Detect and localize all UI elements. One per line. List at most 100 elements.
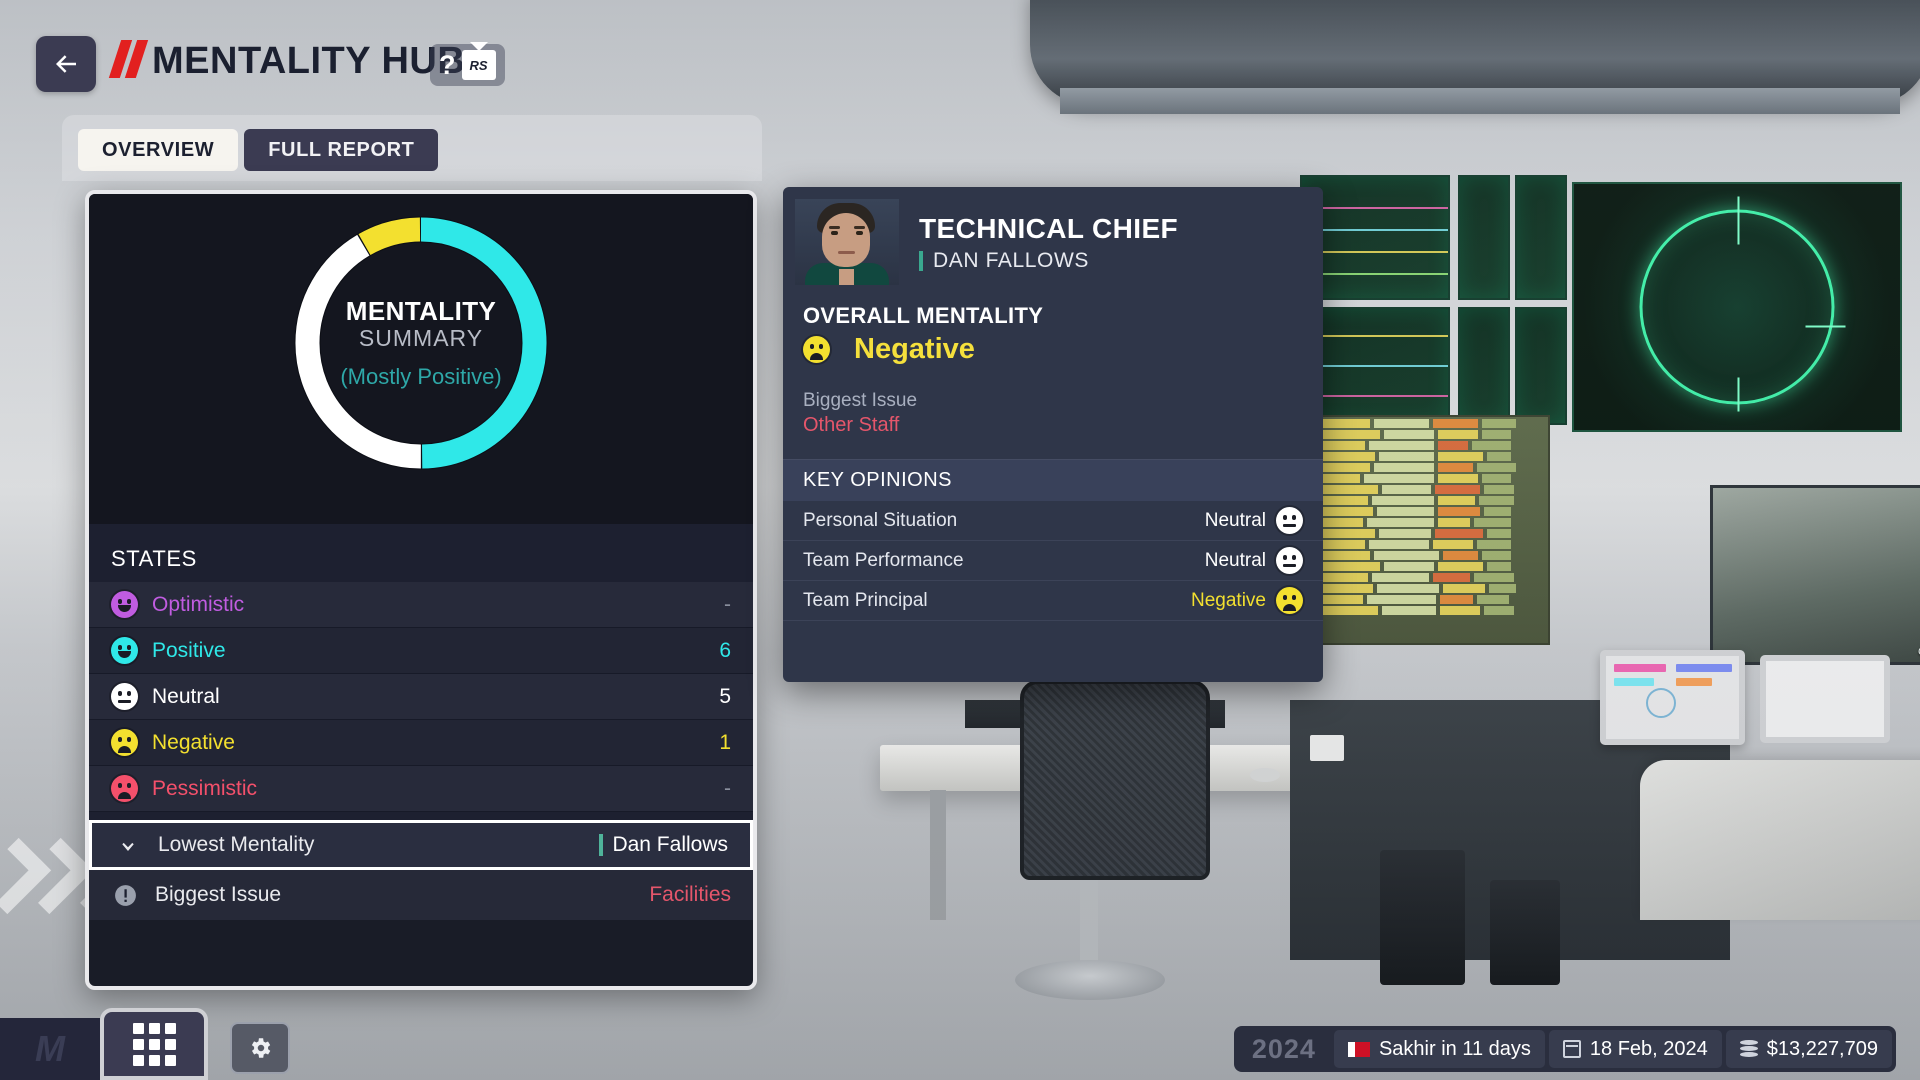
- staff-names: TECHNICAL CHIEF DAN FALLOWS: [899, 199, 1178, 287]
- frown-face-icon: [111, 729, 138, 756]
- back-button[interactable]: [36, 36, 96, 92]
- state-label: Neutral: [152, 684, 220, 708]
- key-opinion-value: Neutral: [1204, 509, 1266, 531]
- wall-monitor: [1515, 175, 1567, 300]
- state-label: Negative: [152, 730, 235, 754]
- rs-badge-icon[interactable]: RS: [461, 50, 496, 80]
- dial-icon: [1646, 688, 1676, 718]
- calendar-icon: [1562, 1040, 1581, 1058]
- key-opinion-row[interactable]: Personal Situation Neutral: [783, 501, 1323, 541]
- lowest-mentality-row[interactable]: Lowest Mentality Dan Fallows: [89, 820, 753, 870]
- help-badge-group[interactable]: ? RS: [430, 44, 505, 86]
- mentality-donut-chart: MENTALITY SUMMARY (Mostly Positive): [89, 194, 753, 524]
- arrow-left-icon: [56, 55, 76, 73]
- arrow-down-icon: [114, 833, 142, 857]
- state-row[interactable]: Optimistic -: [89, 582, 753, 628]
- key-opinions-list: Personal Situation Neutral Team Performanc…: [783, 501, 1323, 621]
- state-value: 6: [719, 638, 731, 662]
- tab-full-report[interactable]: FULL REPORT: [244, 129, 439, 171]
- lowest-mentality-value: Dan Fallows: [612, 833, 728, 856]
- wall-monitor: [1458, 175, 1510, 300]
- staff-name: DAN FALLOWS: [933, 249, 1089, 272]
- donut-title: MENTALITY: [345, 296, 497, 326]
- coins-icon: [1739, 1040, 1758, 1058]
- smile-face-icon: [111, 591, 138, 618]
- staff-role: TECHNICAL CHIEF: [919, 213, 1179, 244]
- state-row[interactable]: Neutral 5: [89, 674, 753, 720]
- key-opinion-row[interactable]: Team Principal Negative: [783, 581, 1323, 621]
- page-header: MENTALITY HUB ? RS: [0, 0, 1920, 105]
- donut-subtitle: SUMMARY: [358, 325, 484, 351]
- key-opinion-label: Team Performance: [803, 549, 964, 571]
- chair-base: [1080, 880, 1098, 970]
- overall-mentality-value-wrap: Negative: [783, 329, 1323, 366]
- desk-leg: [930, 790, 946, 920]
- neutral-face-icon: [1276, 507, 1303, 534]
- chair-feet: [1015, 960, 1165, 1000]
- apps-grid-button[interactable]: [100, 1008, 208, 1080]
- wall-monitor: [1458, 307, 1510, 425]
- states-list: Optimistic - Positive 6 Neutral 5 Negative 1 Pes…: [89, 582, 753, 812]
- overall-mentality-value: Negative: [854, 333, 975, 365]
- state-row[interactable]: Pessimistic -: [89, 766, 753, 812]
- status-bar: 2024 Sakhir in 11 days 18 Feb, 2024 $13,…: [1233, 1026, 1896, 1072]
- help-icon[interactable]: ?: [439, 51, 456, 79]
- pc-tower: [1490, 880, 1560, 985]
- detail-biggest-issue-label: Biggest Issue: [803, 390, 918, 411]
- key-opinion-row[interactable]: Team Performance Neutral: [783, 541, 1323, 581]
- state-value: 1: [719, 730, 731, 754]
- pc-tower: [1380, 850, 1465, 985]
- page-title: MENTALITY HUB: [152, 40, 466, 82]
- biggest-issue-label: Biggest Issue: [155, 883, 282, 906]
- smile-face-icon: [111, 637, 138, 664]
- donut-summary-value: (Mostly Positive): [340, 364, 502, 389]
- avatar: [795, 199, 899, 285]
- timing-data-panel: [1290, 415, 1550, 645]
- radar-circle: [1639, 196, 1846, 412]
- lowest-mentality-label: Lowest Mentality: [158, 833, 315, 856]
- key-opinion-value: Neutral: [1204, 549, 1266, 571]
- key-opinion-label: Team Principal: [803, 589, 928, 611]
- grid-apps-icon: [132, 1022, 176, 1066]
- staff-detail-card: TECHNICAL CHIEF DAN FALLOWS OVERALL MENT…: [783, 187, 1323, 682]
- office-chair: [1020, 680, 1210, 880]
- frown-face-icon: [111, 775, 138, 802]
- date-chip[interactable]: 18 Feb, 2024: [1548, 1030, 1722, 1068]
- frown-face-icon: [1276, 587, 1303, 614]
- next-race-label: Sakhir in 11 days: [1378, 1037, 1531, 1060]
- detail-biggest-issue-value: Other Staff: [803, 414, 900, 436]
- key-opinions-heading: KEY OPINIONS: [783, 459, 1323, 501]
- state-label: Pessimistic: [152, 776, 258, 800]
- exclamation-circle-icon: [111, 883, 139, 908]
- state-label: Optimistic: [152, 592, 245, 616]
- paper-stack: [1310, 735, 1344, 761]
- staff-name-wrap: DAN FALLOWS: [919, 249, 1178, 273]
- states-heading: STATES: [89, 524, 753, 582]
- taskbar: M: [0, 1008, 430, 1080]
- balance-chip[interactable]: $13,227,709: [1725, 1030, 1892, 1068]
- staff-header: TECHNICAL CHIEF DAN FALLOWS: [783, 187, 1323, 287]
- desk-foreground: [1640, 760, 1920, 920]
- wall-monitor: [1515, 307, 1567, 425]
- donut-center-text: MENTALITY SUMMARY (Mostly Positive): [306, 296, 536, 390]
- date-label: 18 Feb, 2024: [1589, 1037, 1708, 1060]
- radar-monitor: [1572, 182, 1902, 432]
- logo-text: M: [35, 1028, 65, 1069]
- tabbar: OVERVIEW FULL REPORT: [78, 129, 439, 171]
- state-value: -: [724, 592, 731, 616]
- state-row[interactable]: Negative 1: [89, 720, 753, 766]
- gear-icon: [251, 1038, 271, 1058]
- balance-label: $13,227,709: [1766, 1037, 1878, 1060]
- frown-face-icon: [803, 336, 830, 363]
- next-race-chip[interactable]: Sakhir in 11 days: [1333, 1030, 1545, 1068]
- state-value: 5: [719, 684, 731, 708]
- state-label: Positive: [152, 638, 226, 662]
- donut-wrap: MENTALITY SUMMARY (Mostly Positive): [290, 212, 552, 474]
- key-opinion-value: Negative: [1191, 589, 1266, 611]
- biggest-issue-row[interactable]: Biggest Issue Facilities: [89, 870, 753, 920]
- tab-overview[interactable]: OVERVIEW: [78, 129, 239, 171]
- desk-monitor: [1760, 655, 1890, 743]
- state-row[interactable]: Positive 6: [89, 628, 753, 674]
- neutral-face-icon: [111, 683, 138, 710]
- settings-button[interactable]: [230, 1022, 290, 1074]
